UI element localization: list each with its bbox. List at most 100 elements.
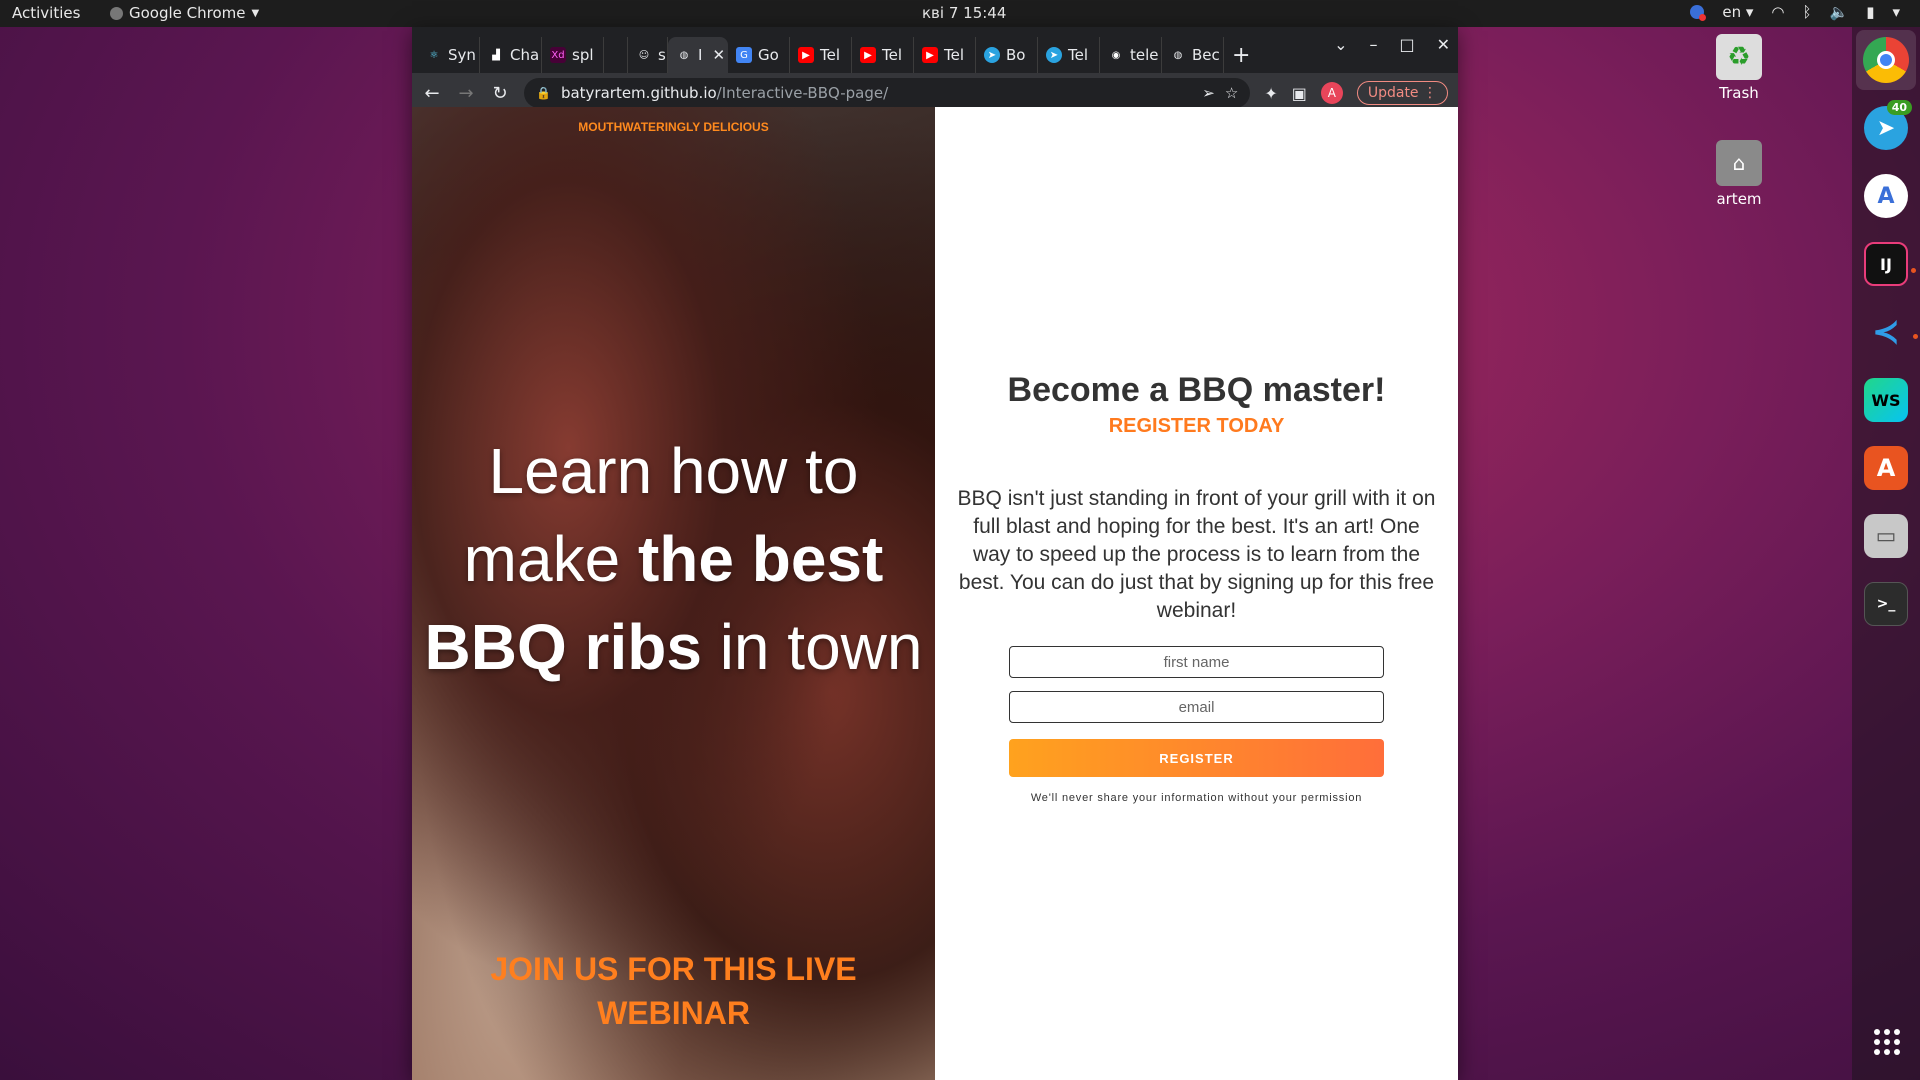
plus-icon: + xyxy=(1232,42,1251,68)
clock[interactable]: кві 7 15:44 xyxy=(922,4,1006,22)
language-indicator[interactable]: en ▾ xyxy=(1722,3,1753,21)
desktop-home-folder[interactable]: ⌂ artem xyxy=(1694,140,1784,208)
bluetooth-icon[interactable]: ᛒ xyxy=(1803,3,1812,21)
dock-terminal[interactable]: >_ xyxy=(1864,582,1908,626)
update-button[interactable]: Update ⋮ xyxy=(1356,81,1448,105)
close-window-icon[interactable]: ✕ xyxy=(1437,35,1450,54)
tab-github[interactable]: ◉ tele xyxy=(1100,37,1162,73)
web-page: MOUTHWATERINGLY DELICIOUS Learn how to m… xyxy=(412,107,1458,1080)
volume-icon[interactable]: 🔈 xyxy=(1830,3,1849,21)
chrome-small-icon xyxy=(110,6,123,20)
tab-label: Cha xyxy=(510,46,540,64)
webstorm-icon: WS xyxy=(1871,390,1901,410)
headline-line-3: BBQ ribs in town xyxy=(412,603,935,691)
close-icon[interactable]: ✕ xyxy=(712,46,725,64)
tab-label: Syn xyxy=(448,46,476,64)
headline-text: in town xyxy=(701,611,923,683)
tab-active-bbq[interactable]: ◍ I ✕ xyxy=(668,37,728,73)
notification-icon[interactable] xyxy=(1690,5,1707,21)
hero-eyebrow: MOUTHWATERINGLY DELICIOUS xyxy=(578,120,769,134)
tab-label: Tel xyxy=(944,46,965,64)
headline-line-1: Learn how to xyxy=(488,435,859,507)
tab-label: Tel xyxy=(820,46,841,64)
github-icon: ◉ xyxy=(1111,49,1121,61)
tab-google-translate[interactable]: G Go xyxy=(728,37,790,73)
chrome-icon xyxy=(1863,37,1909,83)
tab-cat[interactable]: ☺ s xyxy=(628,37,668,73)
dock-vscode[interactable]: ≺ xyxy=(1864,310,1918,354)
hero-panel: MOUTHWATERINGLY DELICIOUS Learn how to m… xyxy=(412,107,935,1080)
translate-icon: G xyxy=(736,47,752,63)
extensions-icon[interactable]: ✦ xyxy=(1264,84,1277,103)
signup-panel: Become a BBQ master! REGISTER TODAY BBQ … xyxy=(935,107,1458,1080)
intellij-icon: IJ xyxy=(1880,254,1892,274)
battery-icon[interactable]: ▮ xyxy=(1866,3,1874,21)
tab-youtube-1[interactable]: ▶ Tel xyxy=(790,37,852,73)
register-button[interactable]: REGISTER xyxy=(1009,739,1384,777)
telegram-icon: ➤ xyxy=(1876,115,1896,141)
back-icon[interactable]: ← xyxy=(422,83,442,104)
chart-icon: ▟ xyxy=(492,49,500,61)
vscode-icon: ≺ xyxy=(1871,312,1901,352)
dock-chrome[interactable] xyxy=(1856,30,1916,90)
chrome-window: ⚛ Syn ▟ Cha Xd spl ☺ s ◍ I ✕ G Go ▶ Tel ▶ Tel ▶ Te… xyxy=(412,27,1458,1080)
tab-label: tele xyxy=(1130,46,1159,64)
tab-strip: ⚛ Syn ▟ Cha Xd spl ☺ s ◍ I ✕ G Go ▶ Tel ▶ Tel ▶ Te… xyxy=(412,27,1458,73)
tab-chart[interactable]: ▟ Cha xyxy=(480,37,542,73)
side-panel-icon[interactable]: ▣ xyxy=(1292,84,1307,103)
dock-app-store[interactable]: A xyxy=(1864,174,1908,218)
window-controls: ⌄ – □ ✕ xyxy=(1334,35,1450,54)
dock-intellij[interactable]: IJ xyxy=(1864,242,1916,286)
tab-label: Tel xyxy=(882,46,903,64)
maximize-icon[interactable]: □ xyxy=(1399,35,1414,54)
globe-icon: ◍ xyxy=(679,49,689,61)
tab-telegram[interactable]: ➤ Tel xyxy=(1038,37,1100,73)
show-applications-icon[interactable] xyxy=(1874,1029,1900,1055)
home-folder-label: artem xyxy=(1716,190,1762,208)
tab-youtube-2[interactable]: ▶ Tel xyxy=(852,37,914,73)
app-menu[interactable]: Google Chrome ▼ xyxy=(110,4,259,22)
desktop-trash[interactable]: ♻ Trash xyxy=(1694,34,1784,102)
email-field[interactable]: email xyxy=(1009,691,1384,723)
hero-cta: JOIN US FOR THIS LIVE WEBINAR xyxy=(490,951,857,1031)
system-tray[interactable]: en ▾ ◠ ᛒ 🔈 ▮ ▾ xyxy=(1690,3,1900,21)
hero-headline: Learn how to make the best BBQ ribs in t… xyxy=(412,427,935,691)
reload-icon[interactable]: ↻ xyxy=(490,83,510,104)
bookmark-star-icon[interactable]: ☆ xyxy=(1225,84,1238,102)
new-tab-button[interactable]: + xyxy=(1224,37,1260,73)
dock-ubuntu-software[interactable]: A xyxy=(1864,446,1908,490)
update-label: Update xyxy=(1367,85,1419,101)
signup-body: BBQ isn't just standing in front of your… xyxy=(957,487,1436,622)
tab-xd[interactable]: Xd spl xyxy=(542,37,604,73)
files-icon: ▭ xyxy=(1875,523,1897,549)
send-tab-icon[interactable]: ➢ xyxy=(1202,84,1215,102)
tab-bec[interactable]: ◍ Bec xyxy=(1162,37,1224,73)
software-center-icon: A xyxy=(1876,454,1896,482)
app-menu-label: Google Chrome xyxy=(129,4,246,22)
tab-blank[interactable] xyxy=(604,37,628,73)
first-name-field[interactable]: first name xyxy=(1009,646,1384,678)
activities-button[interactable]: Activities xyxy=(12,4,80,22)
dock-files[interactable]: ▭ xyxy=(1864,514,1908,558)
power-menu-icon[interactable]: ▾ xyxy=(1892,3,1900,21)
tab-label: s xyxy=(658,46,666,64)
forward-icon[interactable]: → xyxy=(456,83,476,104)
tab-label: Tel xyxy=(1068,46,1089,64)
dock-webstorm[interactable]: WS xyxy=(1864,378,1908,422)
system-top-bar: Activities Google Chrome ▼ кві 7 15:44 e… xyxy=(0,0,1920,27)
tab-youtube-3[interactable]: ▶ Tel xyxy=(914,37,976,73)
headline-text: make xyxy=(463,523,638,595)
wifi-icon[interactable]: ◠ xyxy=(1771,3,1784,21)
tab-label: spl xyxy=(572,46,594,64)
minimize-icon[interactable]: – xyxy=(1369,35,1377,54)
tab-telegram-bot[interactable]: ➤ Bo xyxy=(976,37,1038,73)
react-icon: ⚛ xyxy=(429,49,439,61)
dock-telegram[interactable]: ➤ 40 xyxy=(1864,100,1912,150)
privacy-disclaimer: We'll never share your information witho… xyxy=(1030,792,1363,804)
tab-synapse[interactable]: ⚛ Syn xyxy=(418,37,480,73)
address-bar[interactable]: 🔒 batyrartem.github.io/Interactive-BBQ-p… xyxy=(524,78,1251,108)
profile-avatar[interactable]: A xyxy=(1320,82,1343,104)
language-label: en xyxy=(1722,3,1742,21)
trash-icon: ♻ xyxy=(1716,34,1762,80)
tab-search-icon[interactable]: ⌄ xyxy=(1334,35,1347,54)
